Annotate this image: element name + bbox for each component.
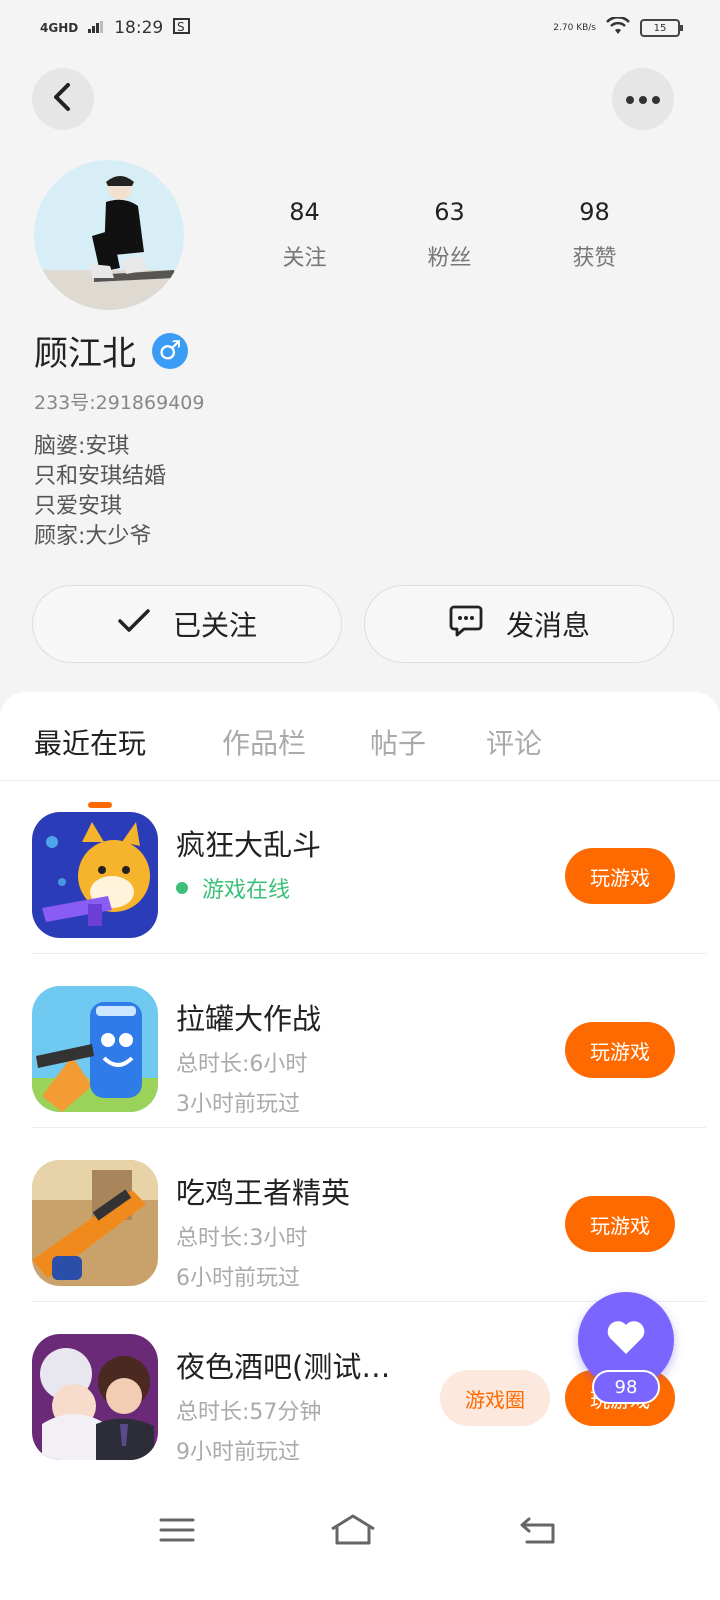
bio-line: 脑婆:安琪 bbox=[34, 434, 130, 459]
menu-icon[interactable] bbox=[152, 1510, 202, 1550]
game-name: 夜色酒吧(测试… bbox=[176, 1350, 391, 1384]
total-playtime: 总时长:6小时 bbox=[176, 1052, 308, 1077]
bio-line: 顾家:大少爷 bbox=[34, 524, 152, 549]
back-nav-icon[interactable] bbox=[514, 1510, 564, 1550]
like-count: 98 bbox=[592, 1370, 660, 1404]
game-name: 吃鸡王者精英 bbox=[176, 1176, 351, 1210]
tab-comments[interactable]: 评论 bbox=[486, 722, 542, 762]
chat-bubble-icon bbox=[448, 604, 484, 645]
game-icon bbox=[32, 1160, 158, 1286]
tab-works[interactable]: 作品栏 bbox=[222, 722, 306, 762]
followed-button[interactable]: 已关注 bbox=[32, 585, 342, 663]
game-circle-button[interactable]: 游戏圈 bbox=[440, 1370, 550, 1426]
followed-label: 已关注 bbox=[172, 609, 257, 642]
profile-name: 顾江北 bbox=[34, 334, 136, 374]
send-message-button[interactable]: 发消息 bbox=[364, 585, 674, 663]
list-item[interactable]: 疯狂大乱斗 游戏在线 玩游戏 bbox=[32, 780, 706, 954]
list-item[interactable]: 吃鸡王者精英 总时长:3小时 6小时前玩过 玩游戏 bbox=[32, 1128, 706, 1302]
online-status: 游戏在线 bbox=[176, 872, 290, 904]
tab-posts[interactable]: 帖子 bbox=[370, 722, 426, 762]
stat-label: 粉丝 bbox=[427, 246, 472, 271]
last-played: 9小时前玩过 bbox=[176, 1440, 300, 1465]
avatar-illustration bbox=[34, 176, 184, 310]
stat-likes[interactable]: 98 获赞 bbox=[522, 198, 667, 272]
stat-label: 关注 bbox=[282, 246, 327, 271]
stat-fans[interactable]: 63 粉丝 bbox=[377, 198, 522, 272]
stat-following[interactable]: 84 关注 bbox=[232, 198, 377, 272]
svg-text:S: S bbox=[177, 20, 185, 34]
stat-value: 63 bbox=[434, 198, 465, 226]
network-speed: 2.70 KB/s bbox=[553, 22, 596, 33]
home-icon[interactable] bbox=[328, 1510, 378, 1550]
system-nav-bar bbox=[0, 1480, 720, 1600]
status-left: 4GHD 18:29 S bbox=[40, 17, 191, 40]
stat-label: 获赞 bbox=[572, 246, 617, 271]
more-button[interactable] bbox=[612, 68, 674, 130]
game-name: 拉罐大作战 bbox=[176, 1002, 322, 1036]
bio-line: 只爱安琪 bbox=[34, 494, 123, 519]
wifi-icon bbox=[606, 15, 630, 40]
network-indicator: 4GHD bbox=[40, 21, 79, 35]
play-game-button[interactable]: 玩游戏 bbox=[565, 848, 675, 904]
game-name: 疯狂大乱斗 bbox=[176, 828, 322, 862]
status-bar: 4GHD 18:29 S 2.70 KB/s 15 bbox=[0, 0, 720, 56]
status-right: 2.70 KB/s 15 bbox=[553, 15, 683, 40]
notification-icon: S bbox=[173, 17, 191, 40]
heart-icon bbox=[606, 1320, 646, 1360]
stat-value: 84 bbox=[289, 198, 320, 226]
list-item[interactable]: 拉罐大作战 总时长:6小时 3小时前玩过 玩游戏 bbox=[32, 954, 706, 1128]
male-icon: ♂ bbox=[152, 332, 188, 369]
profile-stats: 84 关注 63 粉丝 98 获赞 bbox=[232, 198, 667, 272]
game-icon bbox=[32, 812, 158, 938]
content-sheet: 最近在玩 作品栏 帖子 评论 疯狂大乱斗 游戏在线 玩游戏 拉罐大作战 总时长:… bbox=[0, 692, 720, 1600]
battery-icon: 15 bbox=[640, 19, 683, 37]
send-message-label: 发消息 bbox=[505, 609, 590, 642]
tab-recently-played[interactable]: 最近在玩 bbox=[34, 722, 146, 762]
user-id: 233号:291869409 bbox=[34, 392, 205, 414]
stat-value: 98 bbox=[579, 198, 610, 226]
tab-bar: 最近在玩 作品栏 帖子 评论 bbox=[0, 722, 720, 808]
more-icon bbox=[625, 90, 661, 109]
game-icon bbox=[32, 1334, 158, 1460]
total-playtime: 总时长:3小时 bbox=[176, 1226, 308, 1251]
name-row: 顾江北 ♂ bbox=[34, 326, 188, 375]
chevron-left-icon bbox=[51, 82, 75, 116]
total-playtime: 总时长:57分钟 bbox=[176, 1400, 322, 1425]
signal-icon bbox=[88, 18, 104, 38]
game-icon bbox=[32, 986, 158, 1112]
avatar[interactable] bbox=[34, 160, 184, 310]
online-label: 游戏在线 bbox=[202, 878, 291, 903]
play-game-button[interactable]: 玩游戏 bbox=[565, 1196, 675, 1252]
clock: 18:29 bbox=[114, 18, 164, 38]
back-button[interactable] bbox=[32, 68, 94, 130]
online-dot-icon bbox=[176, 882, 188, 894]
bio-line: 只和安琪结婚 bbox=[34, 464, 167, 489]
last-played: 6小时前玩过 bbox=[176, 1266, 300, 1291]
last-played: 3小时前玩过 bbox=[176, 1092, 300, 1117]
play-game-button[interactable]: 玩游戏 bbox=[565, 1022, 675, 1078]
check-icon bbox=[117, 608, 151, 641]
bio: 脑婆:安琪 只和安琪结婚 只爱安琪 顾家:大少爷 bbox=[34, 432, 166, 552]
